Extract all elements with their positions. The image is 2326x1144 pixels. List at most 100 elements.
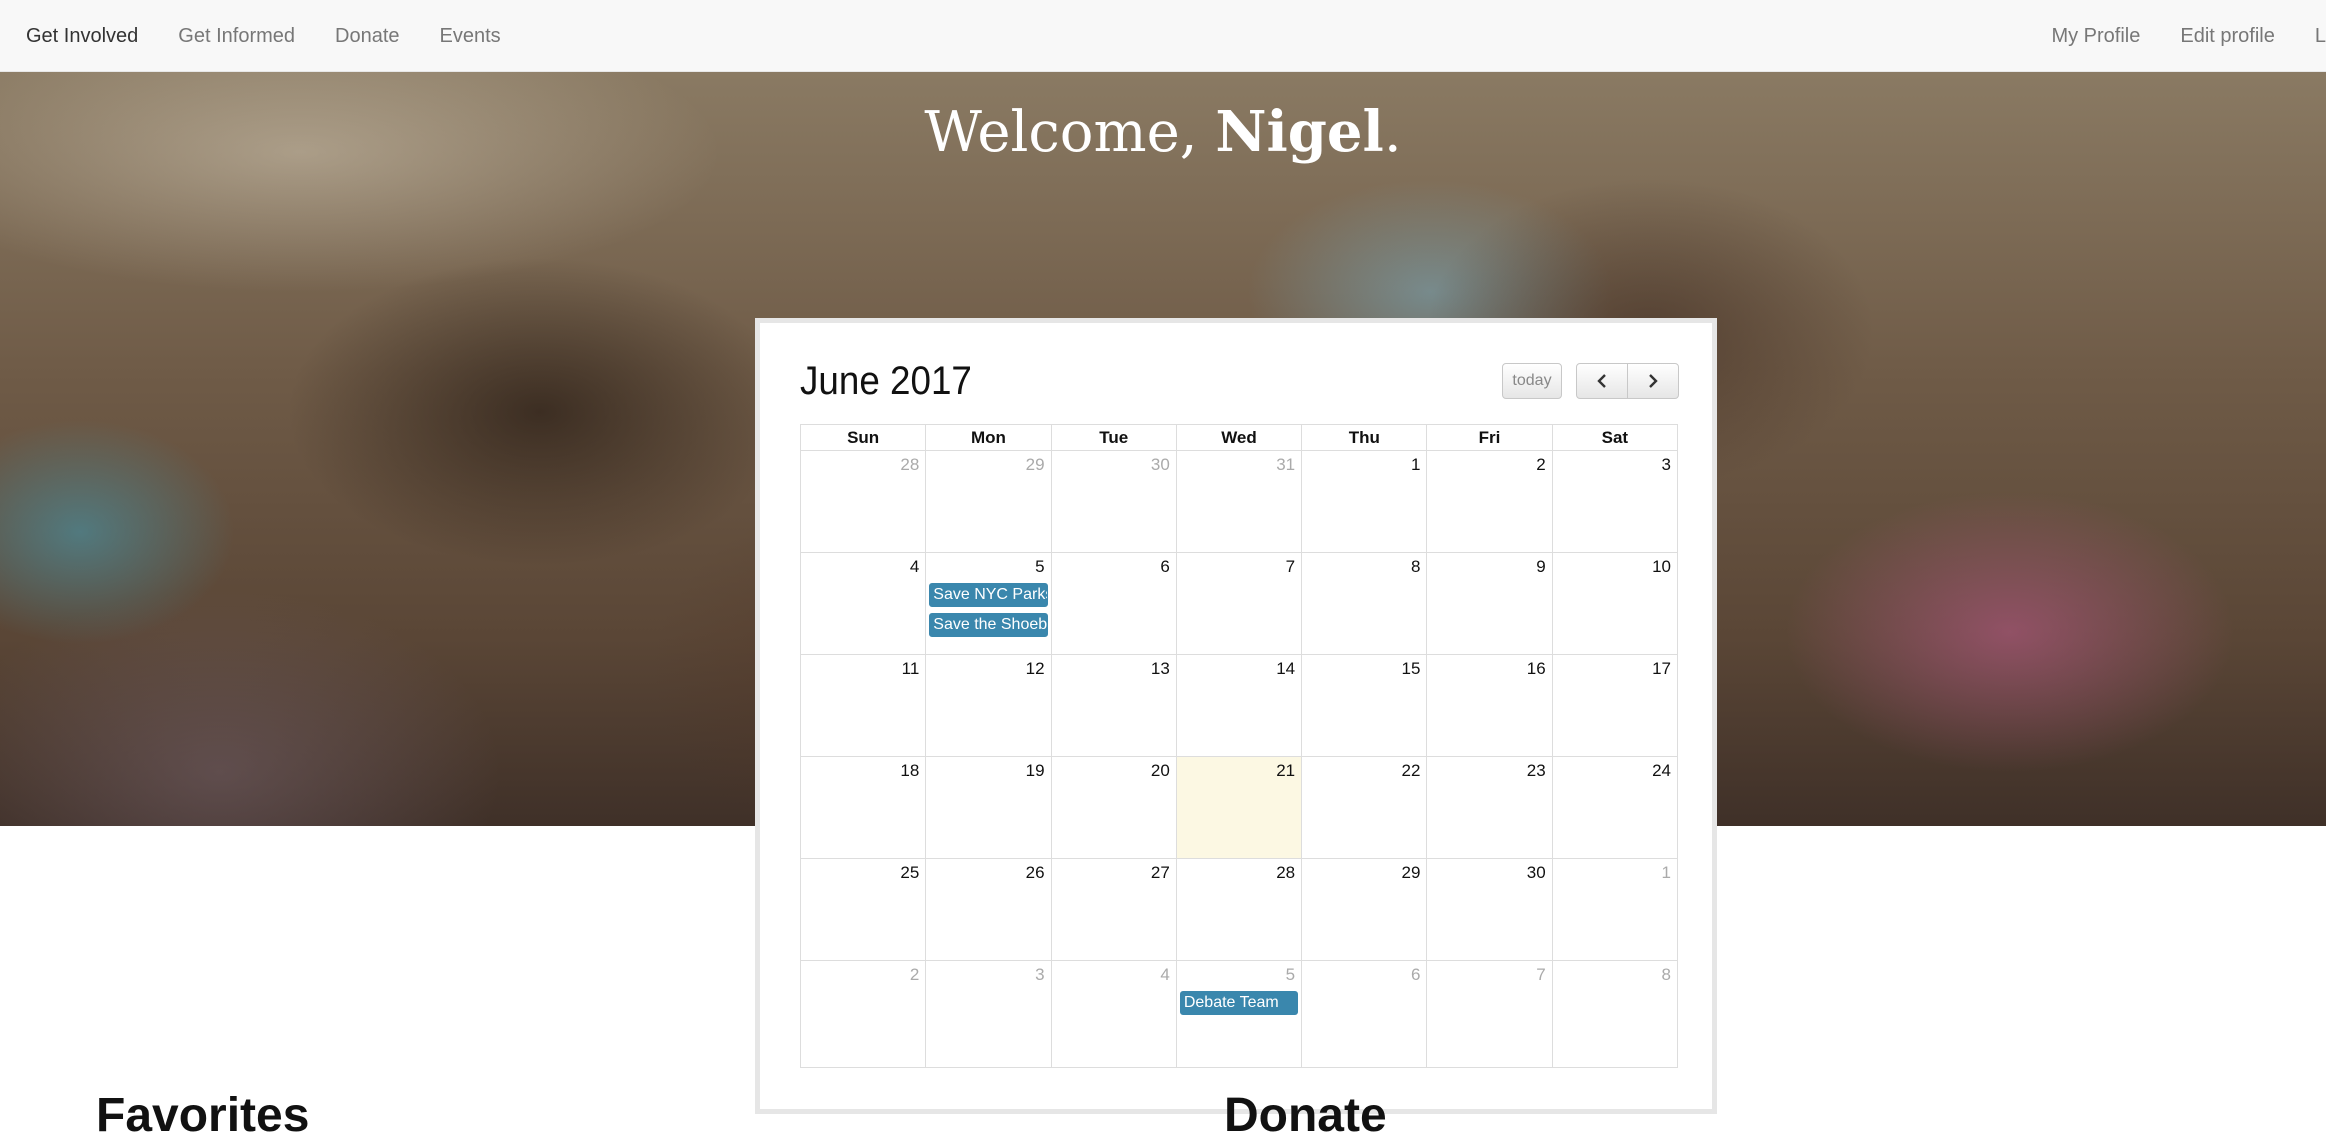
day-cell[interactable]: 26 bbox=[925, 858, 1052, 961]
calendar-event[interactable]: Save NYC Parks bbox=[929, 583, 1048, 607]
day-cell[interactable]: 3 bbox=[1551, 450, 1679, 553]
day-cell[interactable]: 30 bbox=[1050, 450, 1177, 553]
day-number: 28 bbox=[1276, 863, 1296, 882]
day-cell[interactable]: 10 bbox=[1551, 552, 1679, 655]
day-cell[interactable]: 30 bbox=[1426, 858, 1553, 961]
day-number: 8 bbox=[1661, 965, 1671, 984]
day-cell-today[interactable]: 21 bbox=[1175, 756, 1303, 859]
day-cell[interactable]: 28 bbox=[1175, 858, 1303, 961]
day-cell[interactable]: 9 bbox=[1426, 552, 1553, 655]
next-month-button[interactable] bbox=[1627, 363, 1679, 399]
today-button[interactable]: today bbox=[1502, 363, 1562, 399]
month-grid: Sun Mon Tue Wed Thu Fri Sat 28 29 30 31 1 2 3 4… bbox=[799, 424, 1679, 1068]
day-number: 18 bbox=[900, 761, 920, 780]
day-number: 2 bbox=[1536, 455, 1546, 474]
nav-events[interactable]: Events bbox=[440, 25, 501, 48]
day-number: 12 bbox=[1025, 659, 1045, 678]
day-number: 6 bbox=[1160, 557, 1170, 576]
day-number: 9 bbox=[1536, 557, 1546, 576]
calendar-title: June 2017 bbox=[800, 359, 972, 403]
weekday-header: Fri bbox=[1426, 424, 1553, 451]
day-cell[interactable]: 12 bbox=[925, 654, 1052, 757]
day-cell[interactable]: 5 Debate Team bbox=[1175, 960, 1303, 1068]
day-number: 19 bbox=[1025, 761, 1045, 780]
day-number: 20 bbox=[1150, 761, 1170, 780]
day-cell[interactable]: 29 bbox=[1301, 858, 1428, 961]
day-cell[interactable]: 11 bbox=[799, 654, 927, 757]
top-navbar: Get Involved Get Informed Donate Events … bbox=[0, 0, 2326, 72]
week-row: 28 29 30 31 1 2 3 bbox=[799, 450, 1679, 553]
day-number: 28 bbox=[900, 455, 920, 474]
day-cell[interactable]: 2 bbox=[799, 960, 927, 1068]
day-number: 5 bbox=[1285, 965, 1296, 984]
calendar-event[interactable]: Save the Shoebil bbox=[929, 613, 1048, 637]
day-number: 4 bbox=[1160, 965, 1170, 984]
day-cell[interactable]: 14 bbox=[1175, 654, 1303, 757]
day-number: 4 bbox=[909, 557, 920, 576]
day-cell[interactable]: 27 bbox=[1050, 858, 1177, 961]
day-cell[interactable]: 23 bbox=[1426, 756, 1553, 859]
nav-edit-profile[interactable]: Edit profile bbox=[2180, 25, 2275, 48]
day-cell[interactable]: 8 bbox=[1551, 960, 1679, 1068]
day-number: 26 bbox=[1025, 863, 1045, 882]
nav-logout-truncated[interactable]: L bbox=[2315, 25, 2326, 48]
day-cell[interactable]: 18 bbox=[799, 756, 927, 859]
day-cell[interactable]: 7 bbox=[1426, 960, 1553, 1068]
welcome-user-name: Nigel bbox=[1215, 99, 1384, 165]
day-cell[interactable]: 20 bbox=[1050, 756, 1177, 859]
chevron-right-icon bbox=[1649, 374, 1658, 388]
day-number: 27 bbox=[1150, 863, 1170, 882]
day-cell[interactable]: 29 bbox=[925, 450, 1052, 553]
day-cell[interactable]: 15 bbox=[1301, 654, 1428, 757]
day-cell[interactable]: 1 bbox=[1551, 858, 1679, 961]
day-cell[interactable]: 6 bbox=[1050, 552, 1177, 655]
day-cell[interactable]: 8 bbox=[1301, 552, 1428, 655]
week-row: 4 5 Save NYC Parks Save the Shoebil 6 7 8 9 10 bbox=[799, 552, 1679, 655]
day-cell[interactable]: 16 bbox=[1426, 654, 1553, 757]
day-number: 25 bbox=[900, 863, 920, 882]
nav-donate[interactable]: Donate bbox=[335, 25, 400, 48]
day-number: 29 bbox=[1401, 863, 1421, 882]
day-cell[interactable]: 22 bbox=[1301, 756, 1428, 859]
calendar-event[interactable]: Debate Team bbox=[1179, 991, 1299, 1015]
nav-left-group: Get Involved Get Informed Donate Events bbox=[26, 0, 541, 72]
nav-get-involved[interactable]: Get Involved bbox=[26, 25, 138, 48]
weekday-header: Sun bbox=[799, 424, 927, 451]
day-number: 13 bbox=[1150, 659, 1170, 678]
day-number: 31 bbox=[1276, 455, 1296, 474]
day-cell[interactable]: 3 bbox=[925, 960, 1052, 1068]
week-row: 2 3 4 5 Debate Team 6 7 8 bbox=[799, 960, 1679, 1068]
day-number: 14 bbox=[1276, 659, 1296, 678]
day-cell[interactable]: 5 Save NYC Parks Save the Shoebil bbox=[925, 552, 1052, 655]
day-number: 29 bbox=[1025, 455, 1045, 474]
day-cell[interactable]: 19 bbox=[925, 756, 1052, 859]
day-cell[interactable]: 2 bbox=[1426, 450, 1553, 553]
welcome-heading: Welcome, Nigel. bbox=[0, 99, 2326, 165]
day-cell[interactable]: 28 bbox=[799, 450, 927, 553]
nav-get-informed[interactable]: Get Informed bbox=[178, 25, 295, 48]
day-cell[interactable]: 6 bbox=[1301, 960, 1428, 1068]
weekday-header: Mon bbox=[925, 424, 1052, 451]
weekday-header: Sat bbox=[1551, 424, 1679, 451]
day-cell[interactable]: 24 bbox=[1551, 756, 1679, 859]
day-number: 23 bbox=[1526, 761, 1546, 780]
day-cell[interactable]: 4 bbox=[799, 552, 927, 655]
welcome-suffix: . bbox=[1383, 100, 1402, 165]
day-cell[interactable]: 1 bbox=[1301, 450, 1428, 553]
weekday-header-row: Sun Mon Tue Wed Thu Fri Sat bbox=[799, 424, 1679, 451]
weekday-header: Tue bbox=[1050, 424, 1177, 451]
day-cell[interactable]: 31 bbox=[1175, 450, 1303, 553]
day-number: 7 bbox=[1285, 557, 1296, 576]
day-number: 30 bbox=[1526, 863, 1546, 882]
day-number: 15 bbox=[1401, 659, 1421, 678]
day-cell[interactable]: 13 bbox=[1050, 654, 1177, 757]
day-cell[interactable]: 4 bbox=[1050, 960, 1177, 1068]
day-number: 21 bbox=[1276, 761, 1296, 780]
day-cell[interactable]: 7 bbox=[1175, 552, 1303, 655]
nav-my-profile[interactable]: My Profile bbox=[2051, 25, 2140, 48]
favorites-heading: Favorites bbox=[96, 1089, 310, 1142]
day-number: 7 bbox=[1536, 965, 1546, 984]
day-cell[interactable]: 25 bbox=[799, 858, 927, 961]
day-cell[interactable]: 17 bbox=[1551, 654, 1679, 757]
prev-month-button[interactable] bbox=[1576, 363, 1628, 399]
